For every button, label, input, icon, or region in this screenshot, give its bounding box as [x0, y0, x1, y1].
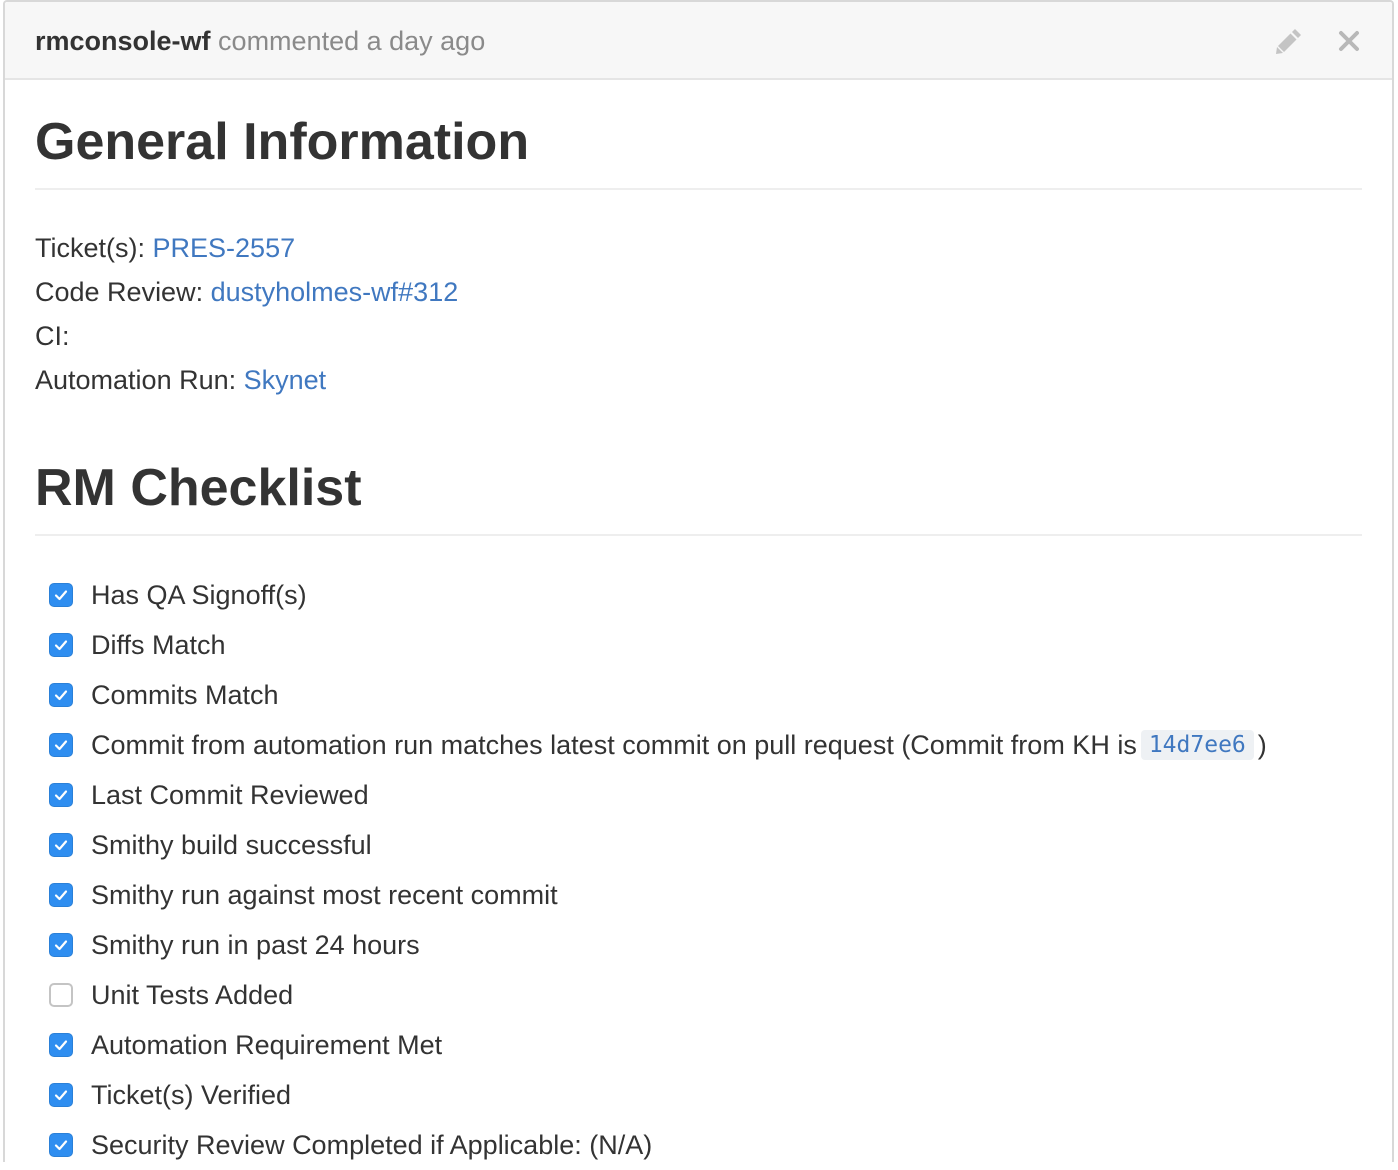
check-icon	[54, 840, 68, 851]
checkbox[interactable]	[49, 833, 73, 857]
rm-checklist: Has QA Signoff(s) Diffs Match Commits Ma…	[35, 570, 1362, 1170]
checklist-item-label: Smithy build successful	[91, 829, 372, 860]
checkbox[interactable]	[49, 1083, 73, 1107]
checklist-item: Unit Tests Added	[35, 970, 1362, 1020]
checklist-item: Diffs Match	[35, 620, 1362, 670]
checklist-item: Security Review Completed if Applicable:…	[35, 1120, 1362, 1170]
checklist-item: Ticket(s) Verified	[35, 1070, 1362, 1120]
check-icon	[54, 940, 68, 951]
checklist-item-label: Has QA Signoff(s)	[91, 579, 307, 610]
checklist-item-label: Diffs Match	[91, 629, 226, 660]
comment-action-text[interactable]: commented a day ago	[218, 26, 485, 56]
code-review-label: Code Review:	[35, 277, 204, 307]
general-information-heading: General Information	[35, 112, 1362, 190]
checklist-item: Automation Requirement Met	[35, 1020, 1362, 1070]
checklist-item: Commit from automation run matches lates…	[35, 720, 1362, 770]
checkbox[interactable]	[49, 783, 73, 807]
checklist-item-label: Commits Match	[91, 679, 279, 710]
code-review-line: Code Review: dustyholmes-wf#312	[35, 270, 1362, 314]
checklist-item-label: Unit Tests Added	[91, 979, 294, 1010]
checkbox[interactable]	[49, 1133, 73, 1157]
checklist-item-label: Automation Requirement Met	[91, 1029, 443, 1060]
checkbox[interactable]	[49, 883, 73, 907]
checklist-item: Smithy run in past 24 hours	[35, 920, 1362, 970]
checklist-item-label: Smithy run in past 24 hours	[91, 929, 420, 960]
ticket-line: Ticket(s): PRES-2557	[35, 226, 1362, 270]
check-icon	[54, 740, 68, 751]
checklist-item: Has QA Signoff(s)	[35, 570, 1362, 620]
general-info-block: Ticket(s): PRES-2557 Code Review: dustyh…	[35, 226, 1362, 402]
ci-label: CI:	[35, 321, 70, 351]
check-icon	[54, 690, 68, 701]
checkbox[interactable]	[49, 983, 73, 1007]
checkbox[interactable]	[49, 733, 73, 757]
checkbox[interactable]	[49, 933, 73, 957]
checklist-item-label: Security Review Completed if Applicable:…	[91, 1129, 653, 1160]
checklist-item: Smithy run against most recent commit	[35, 870, 1362, 920]
close-icon[interactable]	[1332, 24, 1366, 58]
check-icon	[54, 590, 68, 601]
code-review-link[interactable]: dustyholmes-wf#312	[211, 277, 459, 307]
ticket-label: Ticket(s):	[35, 233, 145, 263]
check-icon	[54, 1040, 68, 1051]
check-icon	[54, 890, 68, 901]
comment-box: rmconsole-wf commented a day ago General…	[3, 0, 1394, 1162]
checkbox[interactable]	[49, 633, 73, 657]
ticket-link[interactable]: PRES-2557	[153, 233, 296, 263]
checkbox[interactable]	[49, 583, 73, 607]
comment-meta: rmconsole-wf commented a day ago	[35, 24, 485, 58]
commit-sha-code[interactable]: 14d7ee6	[1140, 730, 1254, 760]
check-icon	[54, 640, 68, 651]
checklist-item-suffix: )	[1257, 729, 1267, 760]
checklist-item-label: Ticket(s) Verified	[91, 1079, 292, 1110]
checklist-item: Last Commit Reviewed	[35, 770, 1362, 820]
author-name[interactable]: rmconsole-wf	[35, 26, 211, 56]
automation-run-label: Automation Run:	[35, 365, 237, 395]
rm-checklist-heading: RM Checklist	[35, 458, 1362, 536]
ci-line: CI:	[35, 314, 1362, 358]
checklist-item: Commits Match	[35, 670, 1362, 720]
automation-run-line: Automation Run: Skynet	[35, 358, 1362, 402]
automation-run-link[interactable]: Skynet	[244, 365, 327, 395]
pencil-icon[interactable]	[1272, 24, 1306, 58]
checkbox[interactable]	[49, 683, 73, 707]
check-icon	[54, 1090, 68, 1101]
header-actions	[1272, 24, 1366, 58]
check-icon	[54, 790, 68, 801]
checklist-item: Smithy build successful	[35, 820, 1362, 870]
checklist-item-label: Last Commit Reviewed	[91, 779, 369, 810]
checklist-item-label: Smithy run against most recent commit	[91, 879, 558, 910]
checklist-item-label: Commit from automation run matches lates…	[91, 729, 1137, 760]
comment-body: General Information Ticket(s): PRES-2557…	[5, 112, 1392, 1170]
checkbox[interactable]	[49, 1033, 73, 1057]
comment-header: rmconsole-wf commented a day ago	[5, 2, 1392, 80]
check-icon	[54, 1140, 68, 1151]
